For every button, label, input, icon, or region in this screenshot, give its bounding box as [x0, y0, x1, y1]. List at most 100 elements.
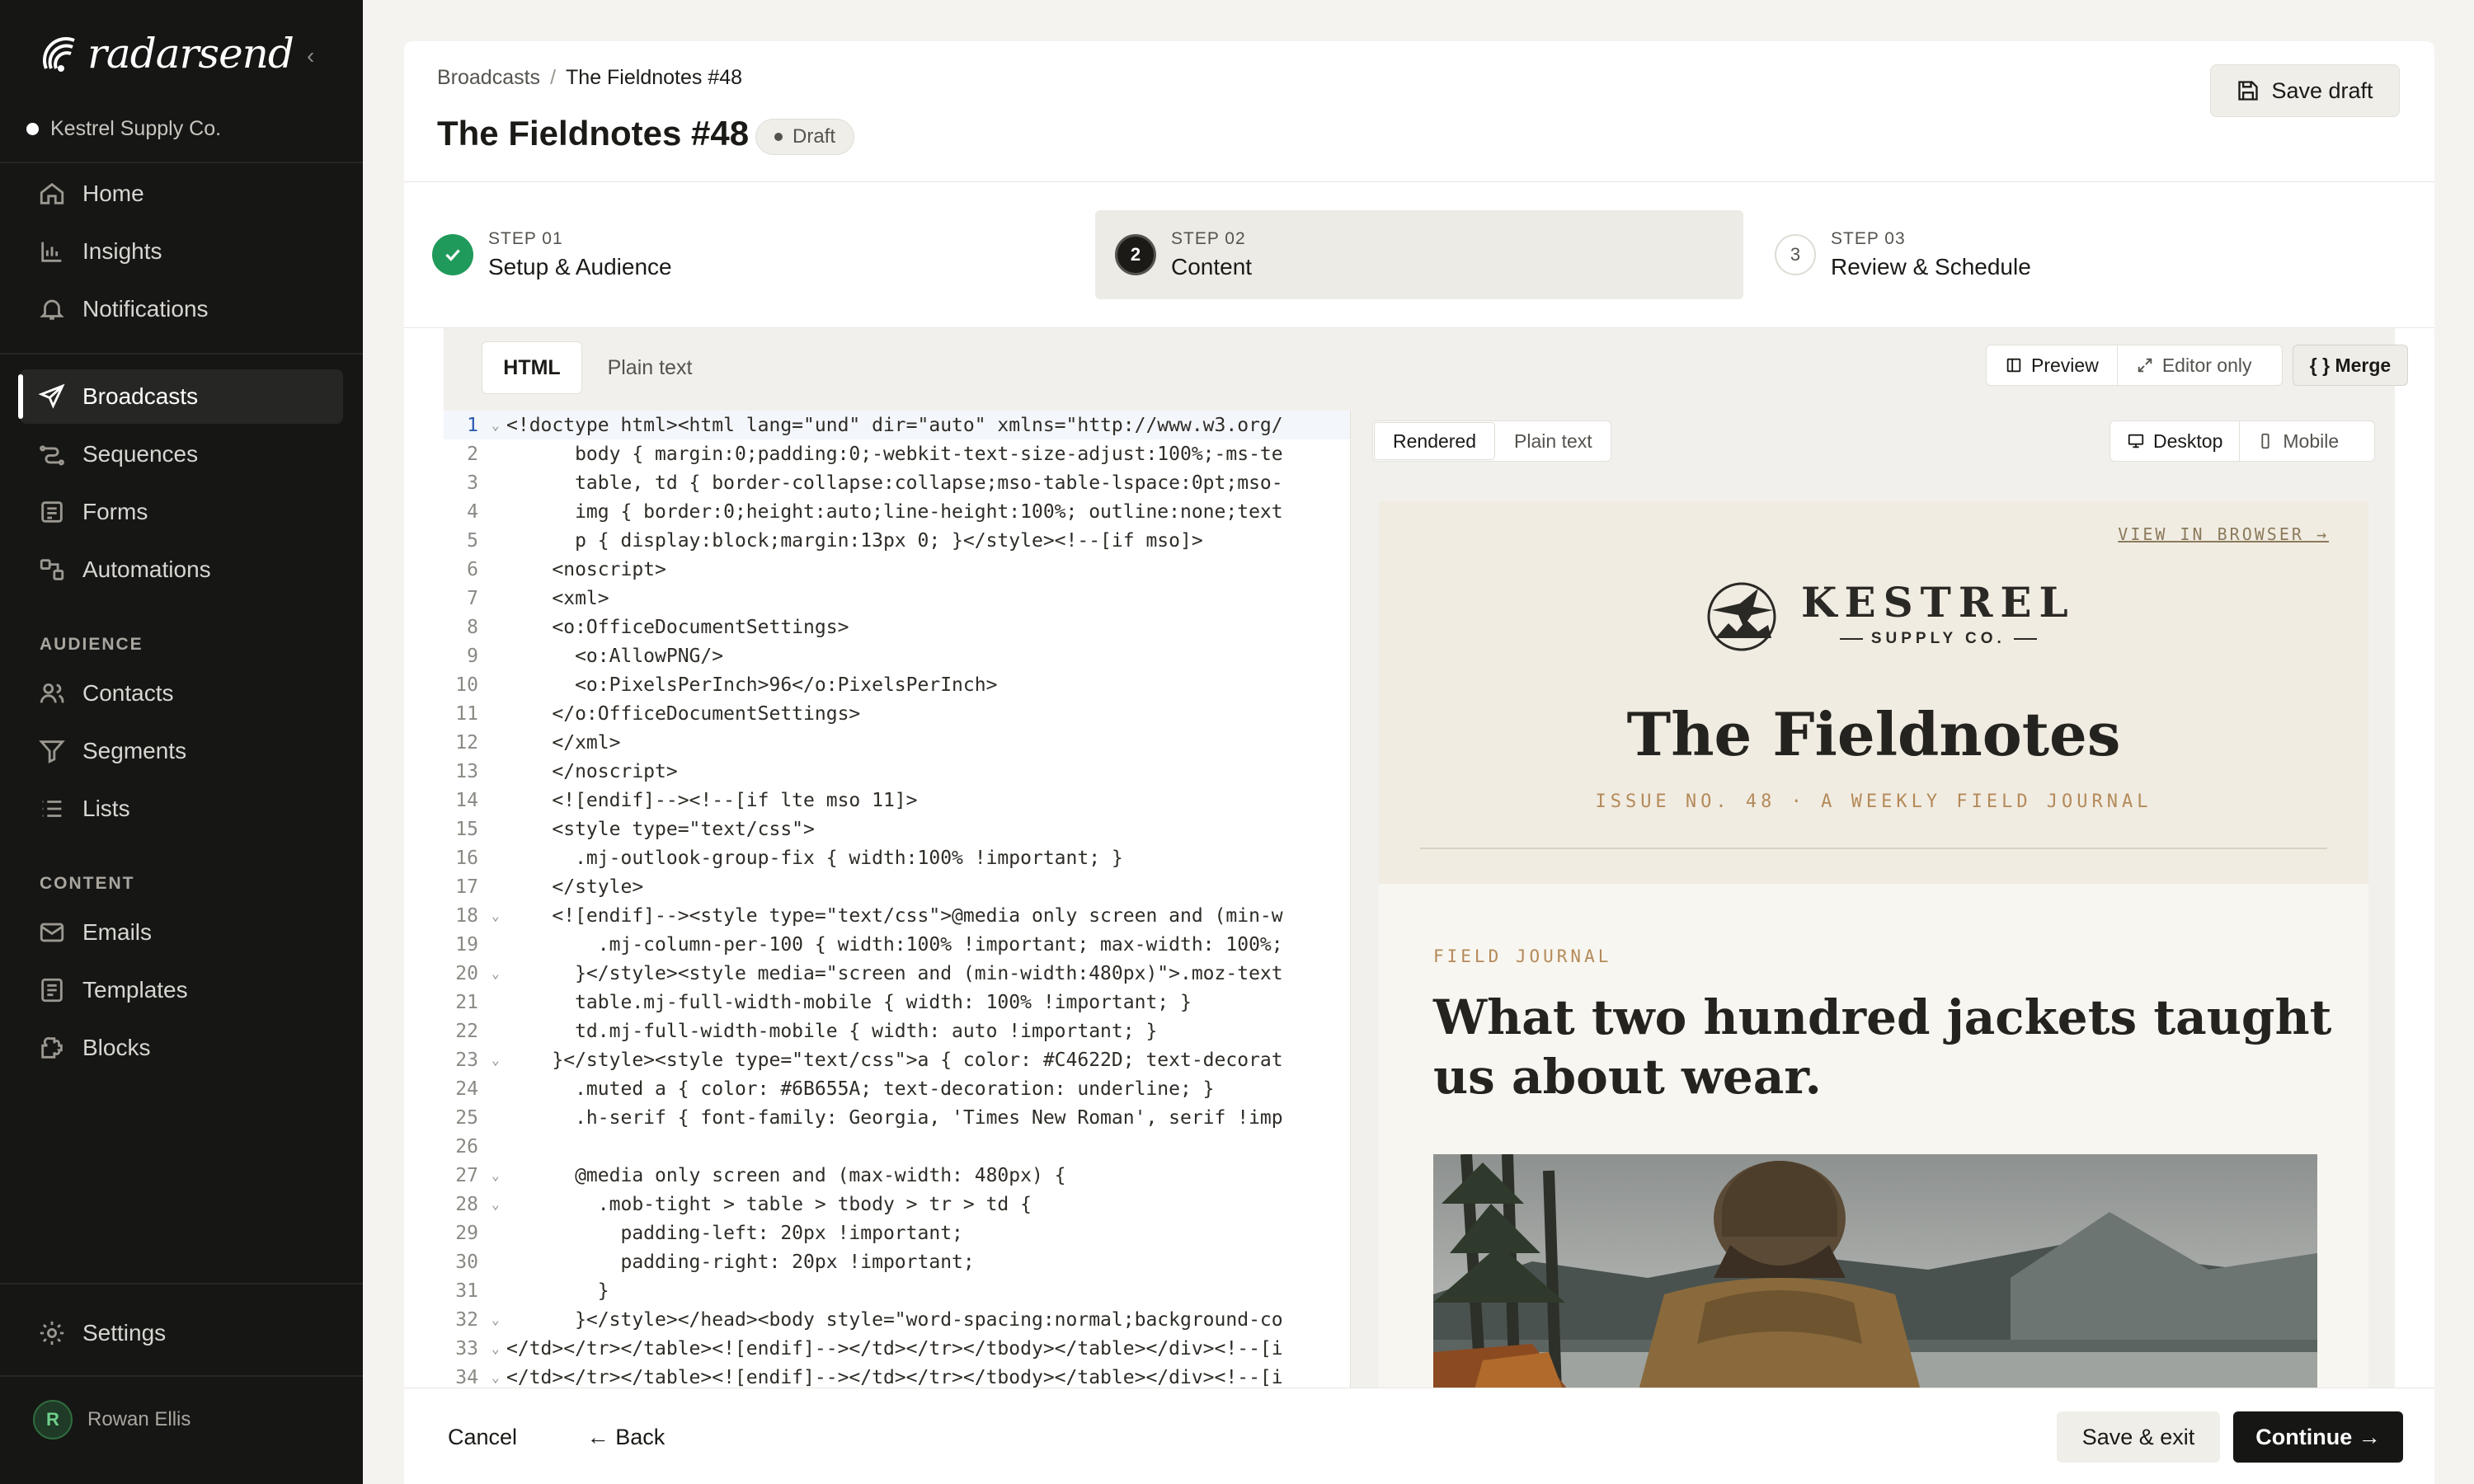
code-line[interactable]: 22 td.mj-full-width-mobile { width: auto… [444, 1017, 1350, 1045]
step-label: Review & Schedule [1831, 254, 2031, 279]
sidebar-item-broadcasts[interactable]: Broadcasts [18, 369, 343, 424]
line-number: 31 [455, 1280, 478, 1302]
line-number: 26 [455, 1135, 478, 1158]
tab-html[interactable]: HTML [482, 341, 582, 394]
user-menu[interactable]: R Rowan Ellis [33, 1400, 190, 1439]
code-line[interactable]: 13 </noscript> [444, 757, 1350, 786]
code-line[interactable]: 19 .mj-column-per-100 { width:100% !impo… [444, 930, 1350, 959]
code-line[interactable]: 26 [444, 1132, 1350, 1161]
code-line[interactable]: 16 .mj-outlook-group-fix { width:100% !i… [444, 843, 1350, 872]
fold-chevron-icon[interactable]: ⌄ [492, 965, 506, 981]
breadcrumb: Broadcasts / The Fieldnotes #48 [437, 66, 742, 90]
fold-chevron-icon[interactable]: ⌄ [492, 1196, 506, 1212]
code-line[interactable]: 30 padding-right: 20px !important; [444, 1247, 1350, 1276]
fold-chevron-icon[interactable]: ⌄ [492, 1369, 506, 1385]
code-line[interactable]: 18 ⌄ <![endif]--><style type="text/css">@… [444, 901, 1350, 930]
fold-chevron-icon[interactable]: ⌄ [492, 908, 506, 923]
code-line[interactable]: 1 ⌄ <!doctype html><html lang="und" dir="a… [444, 411, 1350, 439]
filter-icon [39, 740, 65, 764]
tab-plain-text[interactable]: Plain text [592, 341, 708, 394]
collapse-sidebar-icon[interactable]: ‹ [307, 43, 314, 69]
fold-chevron-icon[interactable]: ⌄ [492, 1167, 506, 1183]
code-line[interactable]: 5 p { display:block;margin:13px 0; }</st… [444, 526, 1350, 555]
code-line[interactable]: 27 ⌄ @media only screen and (max-width: 4… [444, 1161, 1350, 1190]
code-line[interactable]: 28 ⌄ .mob-tight > table > tbody > tr > td… [444, 1190, 1350, 1219]
code-text: </o:OfficeDocumentSettings> [506, 702, 861, 725]
code-text: }</style></head><body style="word-spacin… [506, 1308, 1283, 1331]
fold-chevron-icon[interactable]: ⌄ [492, 1341, 506, 1356]
sidebar-item-sequences[interactable]: Sequences [20, 427, 343, 481]
sidebar-item-insights[interactable]: Insights [20, 224, 343, 279]
back-button[interactable]: ← Back [581, 1411, 671, 1463]
sidebar-item-settings[interactable]: Settings [20, 1306, 343, 1360]
sidebar-item-templates[interactable]: Templates [20, 963, 343, 1017]
mobile-button[interactable]: Mobile [2240, 421, 2355, 461]
page-title: The Fieldnotes #48 [437, 114, 750, 153]
breadcrumb-link-broadcasts[interactable]: Broadcasts [437, 66, 540, 89]
code-line[interactable]: 6 <noscript> [444, 555, 1350, 584]
code-line[interactable]: 29 padding-left: 20px !important; [444, 1219, 1350, 1247]
code-line[interactable]: 24 .muted a { color: #6B655A; text-decor… [444, 1074, 1350, 1103]
lake-photo-illustration [1433, 1154, 2317, 1390]
code-line[interactable]: 17 </style> [444, 872, 1350, 901]
org-switcher[interactable]: Kestrel Supply Co. [26, 117, 221, 141]
editor-only-button[interactable]: Editor only [2118, 345, 2270, 385]
code-line[interactable]: 12 </xml> [444, 728, 1350, 757]
code-line[interactable]: 32 ⌄ }</style></head><body style="word-sp… [444, 1305, 1350, 1334]
sidebar-item-forms[interactable]: Forms [20, 485, 343, 539]
sidebar-divider [0, 1375, 363, 1377]
save-draft-button[interactable]: Save draft [2210, 64, 2400, 117]
code-line[interactable]: 3 table, td { border-collapse:collapse;m… [444, 468, 1350, 497]
code-line[interactable]: 33 ⌄ </td></tr></table><![endif]--></td></… [444, 1334, 1350, 1363]
logo-name: KESTREL [1801, 578, 2076, 627]
html-code-editor[interactable]: 1 ⌄ <!doctype html><html lang="und" dir="a… [444, 411, 1351, 1390]
code-text: <style type="text/css"> [506, 818, 815, 840]
code-line[interactable]: 8 <o:OfficeDocumentSettings> [444, 613, 1350, 641]
merge-tags-button[interactable]: { } Merge [2293, 345, 2408, 386]
code-text: }</style><style type="text/css">a { colo… [506, 1049, 1283, 1071]
code-line[interactable]: 20 ⌄ }</style><style media="screen and (m… [444, 959, 1350, 988]
code-line[interactable]: 10 <o:PixelsPerInch>96</o:PixelsPerInch> [444, 670, 1350, 699]
step-setup-audience[interactable]: STEP 01 Setup & Audience [432, 210, 1075, 299]
desktop-button[interactable]: Desktop [2110, 421, 2241, 461]
code-line[interactable]: 31 } [444, 1276, 1350, 1305]
tab-preview-plain-text[interactable]: Plain text [1496, 421, 1611, 461]
step-review-schedule[interactable]: 3 STEP 03 Review & Schedule [1775, 210, 2401, 299]
sidebar-item-segments[interactable]: Segments [20, 724, 343, 778]
continue-button[interactable]: Continue → [2233, 1411, 2403, 1463]
preview-button[interactable]: Preview [1987, 345, 2118, 385]
sidebar-item-automations[interactable]: Automations [20, 542, 343, 597]
fold-chevron-icon[interactable]: ⌄ [492, 1052, 506, 1068]
cancel-button[interactable]: Cancel [434, 1411, 531, 1463]
code-line[interactable]: 14 <![endif]--><!--[if lte mso 11]> [444, 786, 1350, 815]
code-line[interactable]: 25 .h-serif { font-family: Georgia, 'Tim… [444, 1103, 1350, 1132]
fold-chevron-icon[interactable]: ⌄ [492, 1312, 506, 1327]
code-line[interactable]: 11 </o:OfficeDocumentSettings> [444, 699, 1350, 728]
line-number: 2 [467, 443, 478, 465]
code-line[interactable]: 21 table.mj-full-width-mobile { width: 1… [444, 988, 1350, 1017]
sidebar-item-blocks[interactable]: Blocks [20, 1021, 343, 1075]
code-line[interactable]: 7 <xml> [444, 584, 1350, 613]
code-line[interactable]: 34 ⌄ </td></tr></table><![endif]--></td></… [444, 1363, 1350, 1390]
sidebar-item-contacts[interactable]: Contacts [20, 666, 343, 721]
sidebar-item-lists[interactable]: Lists [20, 782, 343, 836]
fold-chevron-icon[interactable]: ⌄ [492, 417, 506, 433]
tab-rendered[interactable]: Rendered [1374, 422, 1496, 460]
code-line[interactable]: 23 ⌄ }</style><style type="text/css">a { … [444, 1045, 1350, 1074]
save-exit-button[interactable]: Save & exit [2057, 1411, 2220, 1463]
code-line[interactable]: 15 <style type="text/css"> [444, 815, 1350, 843]
view-in-browser-link[interactable]: VIEW IN BROWSER → [2118, 524, 2329, 544]
sidebar-item-home[interactable]: Home [20, 167, 343, 221]
step-content[interactable]: 2 STEP 02 Content [1095, 210, 1743, 299]
sidebar-item-notifications[interactable]: Notifications [20, 282, 343, 336]
code-line[interactable]: 4 img { border:0;height:auto;line-height… [444, 497, 1350, 526]
code-text: .mj-column-per-100 { width:100% !importa… [506, 933, 1283, 956]
code-line[interactable]: 9 <o:AllowPNG/> [444, 641, 1350, 670]
sidebar-item-emails[interactable]: Emails [20, 905, 343, 960]
line-number: 7 [467, 587, 478, 609]
brand-logo[interactable]: radarsend [38, 30, 294, 77]
code-line[interactable]: 2 body { margin:0;padding:0;-webkit-text… [444, 439, 1350, 468]
code-text: </style> [506, 876, 644, 898]
line-number: 34 [455, 1366, 478, 1388]
line-number: 6 [467, 558, 478, 580]
